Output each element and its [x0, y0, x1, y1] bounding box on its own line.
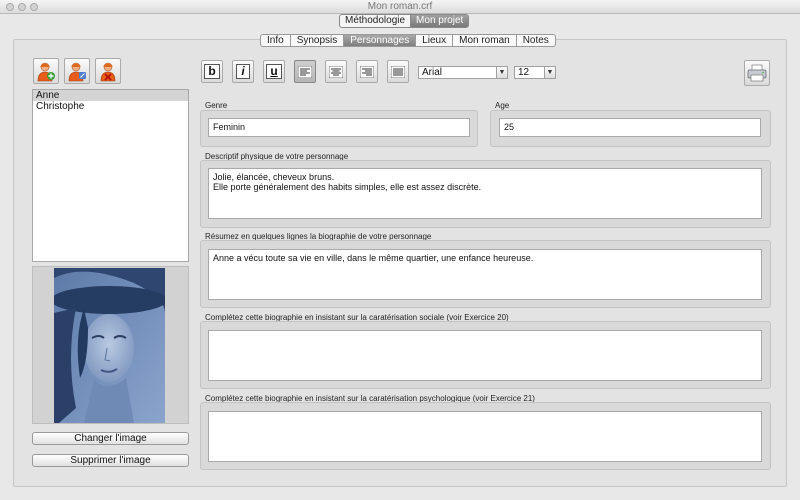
chevron-down-icon: ▼: [496, 67, 507, 78]
bold-button[interactable]: b: [201, 60, 223, 83]
font-family-value: Arial: [422, 67, 443, 78]
edit-character-button[interactable]: [64, 58, 90, 84]
tab-personnages[interactable]: Personnages: [343, 35, 416, 46]
italic-button[interactable]: i: [232, 60, 254, 83]
psychological-field[interactable]: [208, 411, 762, 462]
remove-character-button[interactable]: [95, 58, 121, 84]
align-right-button[interactable]: [356, 60, 378, 83]
list-item[interactable]: Christophe: [33, 101, 188, 112]
print-button[interactable]: [744, 60, 770, 86]
tab-methodologie[interactable]: Méthodologie: [340, 15, 410, 27]
tab-notes[interactable]: Notes: [515, 35, 555, 46]
sub-tab-bar: Info Synopsis Personnages Lieux Mon roma…: [260, 34, 556, 47]
age-label: Age: [495, 101, 510, 110]
change-image-button[interactable]: Changer l'image: [32, 432, 189, 445]
list-item[interactable]: Anne: [33, 90, 188, 101]
character-portrait: [54, 268, 165, 423]
align-left-button[interactable]: [294, 60, 316, 83]
justify-button[interactable]: [387, 60, 409, 83]
bold-label: b: [204, 64, 220, 79]
tab-lieux[interactable]: Lieux: [415, 35, 452, 46]
align-center-icon: [329, 65, 343, 78]
genre-label: Genre: [205, 101, 228, 110]
add-person-icon: [37, 62, 55, 82]
justify-icon: [391, 65, 405, 78]
align-left-icon: [298, 65, 312, 78]
tab-mon-projet[interactable]: Mon projet: [410, 15, 469, 27]
title-bar: Mon roman.crf: [0, 0, 800, 14]
align-center-button[interactable]: [325, 60, 347, 83]
add-character-button[interactable]: [33, 58, 59, 84]
window-title: Mon roman.crf: [367, 1, 433, 12]
edit-person-icon: [68, 62, 86, 82]
align-right-icon: [360, 65, 374, 78]
tab-info[interactable]: Info: [261, 35, 290, 46]
biography-field[interactable]: Anne a vécu toute sa vie en ville, dans …: [208, 249, 762, 300]
font-size-value: 12: [518, 67, 530, 78]
font-family-select[interactable]: Arial ▼: [418, 66, 508, 79]
tab-synopsis[interactable]: Synopsis: [289, 35, 344, 46]
italic-label: i: [236, 64, 250, 79]
remove-person-icon: [100, 62, 116, 82]
genre-field[interactable]: Feminin: [208, 118, 470, 137]
tab-mon-roman[interactable]: Mon roman: [452, 35, 516, 46]
character-photo-well: [32, 266, 189, 424]
top-tab-bar: Méthodologie Mon projet: [339, 14, 470, 28]
character-list[interactable]: Anne Christophe: [32, 89, 189, 262]
remove-image-button[interactable]: Supprimer l'image: [32, 454, 189, 467]
underline-label: u: [266, 64, 282, 79]
underline-button[interactable]: u: [263, 60, 285, 83]
font-size-select[interactable]: 12 ▼: [514, 66, 556, 79]
physique-field[interactable]: Jolie, élancée, cheveux bruns. Elle port…: [208, 168, 762, 219]
printer-icon: [747, 64, 767, 82]
age-field[interactable]: 25: [499, 118, 761, 137]
social-field[interactable]: [208, 330, 762, 381]
chevron-down-icon: ▼: [544, 67, 555, 78]
